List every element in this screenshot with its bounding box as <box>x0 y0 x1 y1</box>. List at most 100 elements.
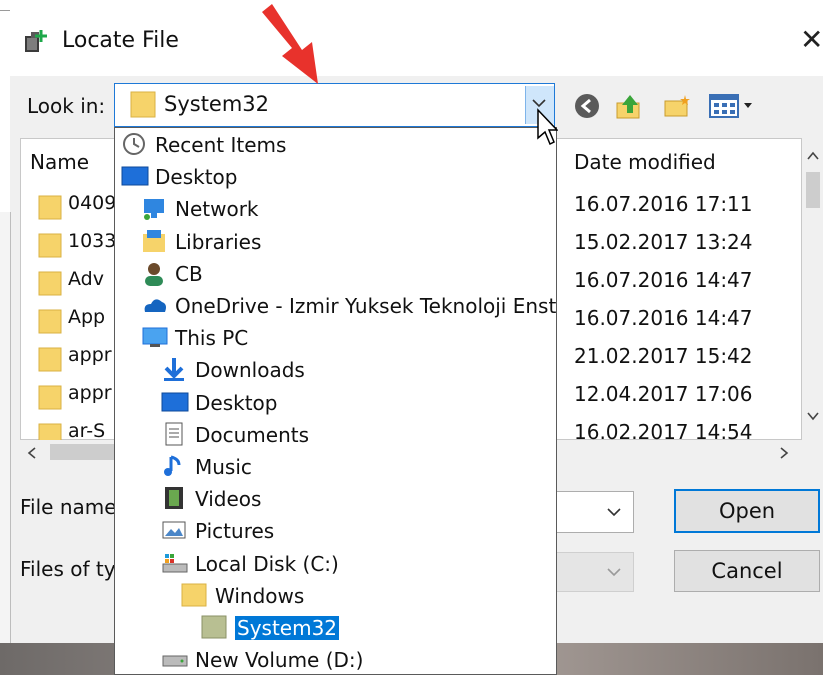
dropdown-item-libraries[interactable]: Libraries <box>141 227 261 257</box>
column-header-date-modified[interactable]: Date modified <box>574 150 716 174</box>
dropdown-item-videos[interactable]: Videos <box>161 484 261 514</box>
dropdown-item-label: Desktop <box>195 390 278 415</box>
folder-icon <box>38 385 62 410</box>
up-folder-icon[interactable] <box>614 91 644 121</box>
dropdown-item-cb[interactable]: CB <box>141 259 203 289</box>
red-annotation-arrow-icon <box>262 4 318 84</box>
dropdown-item-system32[interactable]: System32 <box>201 613 340 643</box>
files-of-type-label: Files of typ <box>20 557 116 581</box>
horizontal-scroll-thumb[interactable] <box>50 444 120 460</box>
file-name-label: File name <box>20 495 116 519</box>
dropdown-item-this-pc[interactable]: This PC <box>141 323 248 353</box>
folder-icon <box>38 195 62 220</box>
desktop-icon <box>161 392 189 412</box>
dropdown-item-pictures[interactable]: Pictures <box>161 516 274 546</box>
background-window-sliver <box>0 212 11 675</box>
look-in-value: System32 <box>164 92 270 116</box>
files-of-type-combobox[interactable] <box>556 552 634 592</box>
file-row-name[interactable]: Adv <box>68 268 116 290</box>
dropdown-item-label: Music <box>195 455 252 479</box>
scroll-down-icon[interactable] <box>806 410 820 422</box>
network-icon <box>144 199 164 221</box>
file-row-name[interactable]: appr <box>68 382 116 404</box>
vertical-scroll-thumb[interactable] <box>806 172 820 208</box>
dropdown-item-label: Desktop <box>155 165 238 190</box>
file-row-name[interactable]: App <box>68 306 116 328</box>
window-title: Locate File <box>62 28 179 53</box>
dropdown-item-label: Windows <box>215 583 305 608</box>
drive-icon <box>162 655 188 667</box>
dropdown-item-desktop[interactable]: Desktop <box>161 388 277 418</box>
dropdown-item-music[interactable]: Music <box>161 452 252 482</box>
dropdown-item-label: Recent Items <box>155 133 287 157</box>
file-row-name[interactable]: ar-S <box>68 420 116 442</box>
dropdown-item-label: This PC <box>175 326 249 351</box>
recent-items-icon <box>123 133 145 155</box>
look-in-dropdown-list[interactable]: Recent Items Desktop Network Libraries CB One… <box>114 127 557 675</box>
dropdown-item-label: Documents <box>195 422 310 447</box>
open-button[interactable]: Open <box>674 489 820 533</box>
scroll-left-icon[interactable] <box>26 446 38 460</box>
folder-icon <box>38 309 62 334</box>
file-row-date[interactable]: 16.07.2016 14:47 <box>574 268 753 292</box>
dropdown-item-downloads[interactable]: Downloads <box>161 355 305 385</box>
onedrive-icon <box>144 299 166 312</box>
dropdown-item-label: Videos <box>195 487 262 512</box>
file-row-name[interactable]: 1033 <box>68 230 116 252</box>
file-row-date[interactable]: 15.02.2017 13:24 <box>574 230 753 254</box>
dropdown-item-network[interactable]: Network <box>141 194 259 224</box>
dropdown-item-desktop[interactable]: Desktop <box>121 162 237 192</box>
column-header-name[interactable]: Name <box>30 150 89 174</box>
file-row-name[interactable]: 0409 <box>68 192 116 214</box>
libraries-icon <box>143 229 165 252</box>
cancel-button[interactable]: Cancel <box>674 550 820 592</box>
dropdown-item-label: Network <box>175 197 259 222</box>
folder-icon <box>201 615 227 639</box>
file-row-date[interactable]: 16.07.2016 14:47 <box>574 306 753 330</box>
back-icon[interactable] <box>572 91 602 121</box>
file-row-date[interactable]: 21.02.2017 15:42 <box>574 344 753 368</box>
file-row-name[interactable]: appr <box>68 344 116 366</box>
file-name-combobox[interactable] <box>556 491 634 533</box>
folder-icon <box>130 91 156 118</box>
pictures-icon <box>162 521 186 539</box>
dropdown-item-label: Pictures <box>195 519 275 544</box>
dropdown-item-label: Downloads <box>195 358 305 383</box>
dropdown-item-label: New Volume (D:) <box>195 648 364 673</box>
dropdown-item-windows[interactable]: Windows <box>181 581 304 611</box>
videos-icon <box>165 487 183 510</box>
user-icon <box>145 262 163 286</box>
scroll-up-icon[interactable] <box>806 150 820 162</box>
dropdown-item-onedrive-izmir-yuksek-teknoloji-enstit[interactable]: OneDrive - Izmir Yuksek Teknoloji Enstit <box>141 291 557 321</box>
music-icon <box>164 455 181 476</box>
folder-icon <box>38 271 62 296</box>
scroll-right-icon[interactable] <box>778 446 790 460</box>
dropdown-item-new-volume-d[interactable]: New Volume (D:) <box>161 645 364 674</box>
documents-icon <box>165 422 183 446</box>
dropdown-item-label: Local Disk (C:) <box>195 551 339 576</box>
locate-file-app-icon <box>25 30 47 52</box>
file-row-date[interactable]: 12.04.2017 17:06 <box>574 382 753 406</box>
folder-icon <box>38 347 62 372</box>
mouse-cursor-icon <box>537 108 558 146</box>
chevron-down-icon[interactable] <box>606 505 622 519</box>
this-pc-icon <box>142 327 168 348</box>
local-disk-icon <box>162 553 188 573</box>
dropdown-item-local-disk-c[interactable]: Local Disk (C:) <box>161 549 339 579</box>
downloads-icon <box>164 358 184 382</box>
file-row-date[interactable]: 16.07.2016 17:11 <box>574 192 753 216</box>
new-folder-icon[interactable] <box>662 91 692 121</box>
dropdown-item-label: CB <box>175 261 203 286</box>
view-menu-icon[interactable] <box>708 91 758 121</box>
close-button[interactable]: ✕ <box>800 26 823 54</box>
desktop-icon <box>121 166 149 186</box>
chevron-down-icon[interactable] <box>606 565 622 579</box>
dropdown-item-label: System32 <box>235 616 340 640</box>
dropdown-item-label: Libraries <box>175 229 262 254</box>
dropdown-item-recent-items[interactable]: Recent Items <box>121 130 286 160</box>
dropdown-item-documents[interactable]: Documents <box>161 420 309 450</box>
look-in-label: Look in: <box>27 94 106 118</box>
folder-icon <box>38 233 62 258</box>
dropdown-item-label: OneDrive - Izmir Yuksek Teknoloji Enstit <box>175 294 557 318</box>
folder-icon <box>181 583 207 607</box>
